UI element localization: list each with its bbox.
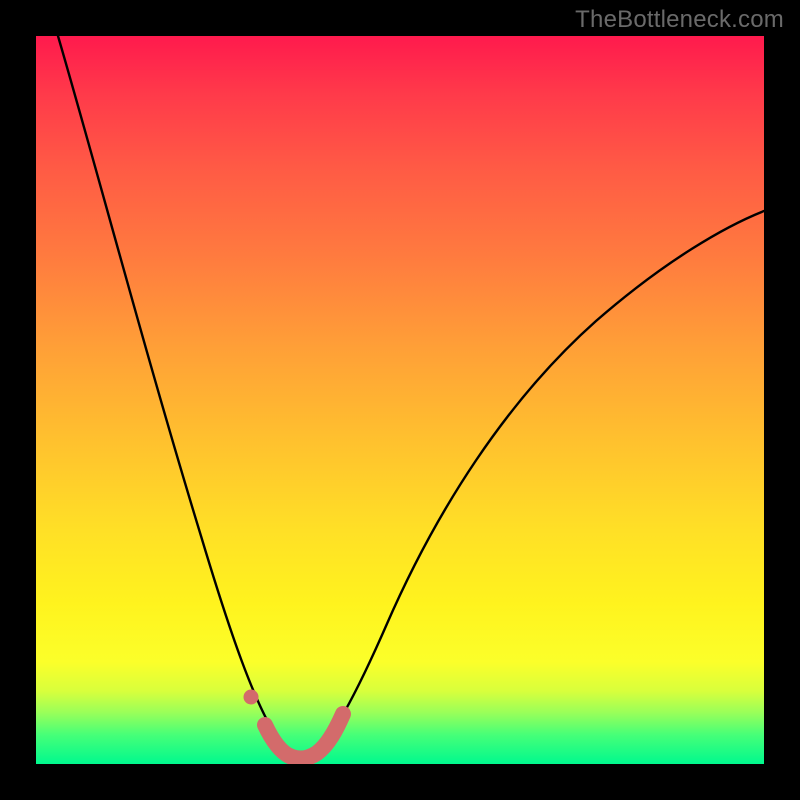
marker-segment [265,714,343,759]
plot-area [36,36,764,764]
chart-frame: TheBottleneck.com [0,0,800,800]
curve-layer [36,36,764,764]
bottleneck-curve [58,36,764,759]
marker-dot [244,690,259,705]
watermark-text: TheBottleneck.com [575,6,784,34]
